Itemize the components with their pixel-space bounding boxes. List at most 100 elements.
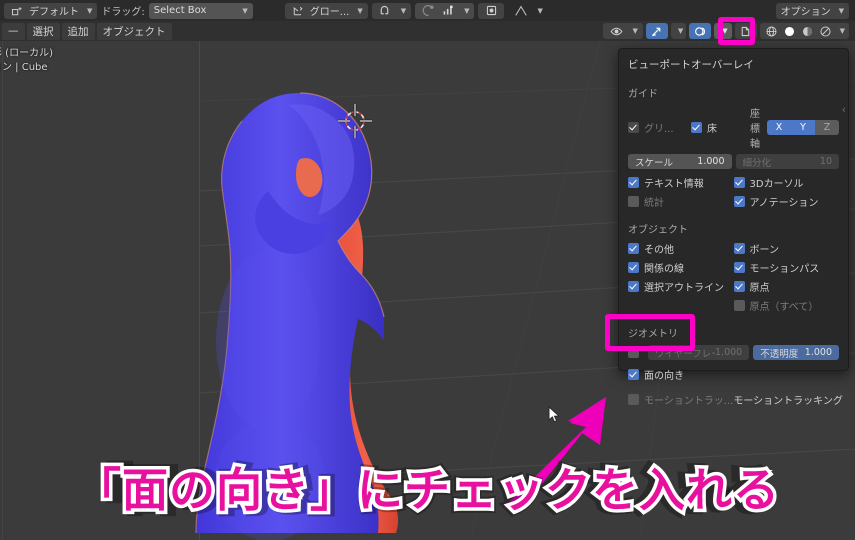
gizmo-toggle-button[interactable] xyxy=(645,23,668,39)
outline-selected-item[interactable]: 選択アウトライン xyxy=(628,279,734,294)
proportional-edit-button[interactable]: ▼ xyxy=(415,2,475,19)
origins-checkbox[interactable] xyxy=(733,281,745,292)
menu-item-object[interactable]: オブジェクト xyxy=(96,22,172,40)
chevron-down-icon: ▼ xyxy=(357,6,363,15)
menu-item-add[interactable]: 追加 xyxy=(61,22,95,40)
annotations-checkbox[interactable] xyxy=(733,196,745,207)
grid-label: グリ... xyxy=(644,124,674,135)
origins-label: 原点 xyxy=(749,283,770,294)
solid-sphere-icon[interactable] xyxy=(782,23,798,39)
curve-icon xyxy=(513,3,529,19)
statistics-checkbox[interactable] xyxy=(628,196,639,207)
axes-label: 座標軸 xyxy=(750,109,760,150)
snap-dot-icon xyxy=(483,3,499,19)
xray-toggle-button[interactable] xyxy=(734,23,757,39)
extras-item[interactable]: その他 xyxy=(628,241,734,256)
magnet-icon xyxy=(377,3,393,19)
motion-paths-label: モーションパス xyxy=(749,264,820,275)
bones-checkbox[interactable] xyxy=(733,243,745,254)
subdivision-label: 細分化 xyxy=(742,157,772,169)
chevron-down-icon: ▼ xyxy=(677,27,684,35)
opacity-value: 1.000 xyxy=(804,347,832,358)
3d-cursor-item[interactable]: 3Dカーソル xyxy=(733,175,840,190)
transform-orientation-button[interactable]: グロー... ▼ xyxy=(284,2,368,19)
axis-x-button[interactable]: X xyxy=(767,120,791,135)
overlay-icon xyxy=(692,23,708,39)
motion-paths-item[interactable]: モーションパス xyxy=(733,260,840,275)
floor-label: 床 xyxy=(706,124,717,135)
text-info-item[interactable]: テキスト情報 xyxy=(628,175,734,190)
origins-all-checkbox[interactable] xyxy=(733,300,745,311)
object-row-origins-all: 原点（すべて） xyxy=(628,298,839,313)
object-visibility-button[interactable]: ▼ xyxy=(603,23,643,39)
section-heading-guides: ガイド xyxy=(628,89,658,100)
viewport-info-line-2: ション | Cube xyxy=(0,62,48,73)
opacity-numfield[interactable]: 不透明度 1.000 xyxy=(753,345,839,360)
panel-title: ビューポートオーバーレイ xyxy=(628,59,754,71)
viewport-menu-bar: — 選択 追加 オブジェクト ▼ ▼ ▼ ▼ xyxy=(0,21,855,41)
subdivision-numfield[interactable]: 細分化 10 xyxy=(735,154,839,169)
snap-button[interactable]: ▼ xyxy=(371,2,412,19)
3d-cursor-checkbox[interactable] xyxy=(733,177,745,188)
shading-mode-group[interactable]: ▼ xyxy=(759,23,849,39)
motion-paths-checkbox[interactable] xyxy=(733,262,745,273)
face-orientation-checkbox[interactable] xyxy=(628,369,639,380)
motion-tracking-heading: モーショントラッキング xyxy=(733,396,843,407)
wireframe-checkbox[interactable] xyxy=(628,347,639,358)
3d-cursor-label: 3Dカーソル xyxy=(749,179,804,190)
tool-header-bar: デフォルト ▼ ドラッグ: Select Box ▼ グロー... ▼ ▼ ▼ … xyxy=(0,0,855,21)
origins-all-label: 原点（すべて） xyxy=(749,302,819,313)
wireframe-globe-icon[interactable] xyxy=(764,23,780,39)
relationship-lines-item[interactable]: 関係の線 xyxy=(628,260,734,275)
rendered-icon[interactable] xyxy=(818,23,834,39)
floor-checkbox[interactable] xyxy=(690,122,702,133)
section-heading-geometry: ジオメトリ xyxy=(628,329,678,340)
falloff-icon xyxy=(440,3,456,19)
panel-collapse-icon[interactable]: ‹ xyxy=(842,103,846,116)
wireframe-numfield[interactable]: ワイヤーフレーム 1.000 xyxy=(648,345,750,360)
face-orientation-item[interactable]: 面の向き xyxy=(628,367,734,382)
origins-item[interactable]: 原点 xyxy=(733,279,840,294)
scale-value: 1.000 xyxy=(697,156,725,167)
options-button[interactable]: オプション ▼ xyxy=(775,2,849,19)
bones-label: ボーン xyxy=(749,245,780,256)
origins-all-item[interactable]: 原点（すべて） xyxy=(733,298,840,313)
overlays-toggle-button[interactable] xyxy=(689,23,712,39)
chevron-down-icon: ▼ xyxy=(722,27,728,35)
scale-numfield[interactable]: スケール 1.000 xyxy=(628,154,732,169)
chevron-down-icon: ▼ xyxy=(839,27,845,35)
motion-tracking-checkbox[interactable] xyxy=(628,394,639,405)
relationship-lines-checkbox[interactable] xyxy=(628,262,639,273)
chevron-down-icon: ▼ xyxy=(838,6,844,15)
material-preview-icon[interactable] xyxy=(800,23,816,39)
viewport-overlays-popover[interactable]: ビューポートオーバーレイ ガイド グリ... 床 座標軸 X Y Z スケール … xyxy=(618,48,849,407)
extras-label: その他 xyxy=(644,245,674,256)
bones-item[interactable]: ボーン xyxy=(733,241,840,256)
snap-target-button[interactable] xyxy=(478,2,505,19)
scale-label: スケール xyxy=(635,157,674,169)
outline-selected-checkbox[interactable] xyxy=(628,281,639,292)
overlays-dropdown-button[interactable]: ▼ xyxy=(714,23,732,39)
chevron-down-icon: ▼ xyxy=(632,27,638,35)
gizmo-dropdown-button[interactable]: ▼ xyxy=(670,23,687,39)
gizmo-arrow-icon xyxy=(649,23,665,39)
falloff-curve-button[interactable]: ▼ xyxy=(508,3,547,19)
menu-item-0[interactable]: — xyxy=(2,22,25,40)
object-row-extras-bones: その他 ボーン xyxy=(628,241,839,256)
transform-orientation-label: グロー... xyxy=(309,7,350,18)
wireframe-value: 1.000 xyxy=(715,347,743,358)
wireframe-label: ワイヤーフレーム xyxy=(655,348,715,360)
grid-checkbox[interactable] xyxy=(628,122,639,133)
text-info-label: テキスト情報 xyxy=(644,179,704,190)
drag-select-dropdown[interactable]: Select Box ▼ xyxy=(148,2,253,19)
menu-item-select[interactable]: 選択 xyxy=(26,22,60,40)
annotations-item[interactable]: アノテーション xyxy=(733,194,840,209)
object-mode-button[interactable]: デフォルト ▼ xyxy=(4,2,98,19)
axis-y-button[interactable]: Y xyxy=(791,120,815,135)
axis-z-button[interactable]: Z xyxy=(815,120,839,135)
text-info-checkbox[interactable] xyxy=(628,177,639,188)
motion-tracking-item[interactable]: モーショントラッ... xyxy=(628,392,733,407)
face-orientation-label: 面の向き xyxy=(644,371,684,382)
extras-checkbox[interactable] xyxy=(628,243,639,254)
statistics-item[interactable]: 統計 xyxy=(628,194,734,209)
